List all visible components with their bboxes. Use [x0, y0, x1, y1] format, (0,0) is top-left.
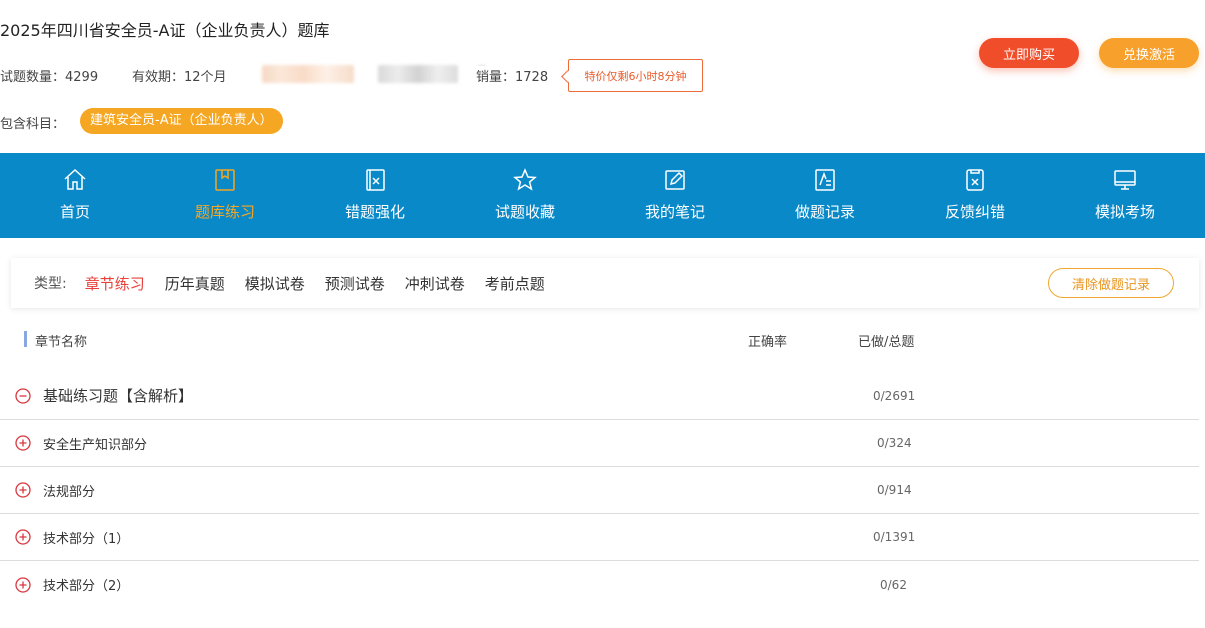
nav-item-home[interactable]: 首页: [0, 153, 150, 238]
chapter-progress: 0/2691: [873, 388, 916, 403]
star-icon: [513, 168, 537, 191]
column-header-accuracy: 正确率: [748, 335, 788, 350]
page-title: 2025年四川省安全员-A证（企业负责人）题库: [0, 21, 330, 40]
record-icon: [815, 169, 835, 191]
nav-label: 模拟考场: [1094, 203, 1155, 221]
tab-predict-papers[interactable]: 预测试卷: [325, 273, 385, 294]
header-accent-bar: [24, 331, 27, 347]
tab-sprint-papers[interactable]: 冲刺试卷: [405, 273, 465, 294]
chapter-name: 基础练习题【含解析】: [43, 387, 194, 405]
expand-icon[interactable]: [15, 482, 31, 498]
column-header-progress: 已做/总题: [858, 335, 915, 350]
blurred-info: [378, 65, 458, 83]
nav-label: 题库练习: [194, 203, 255, 221]
nav-label: 我的笔记: [644, 203, 705, 221]
home-icon: [64, 168, 86, 190]
expand-icon[interactable]: [15, 576, 31, 593]
main-nav: 首页 题库练习 错题强化 试题收藏 我的笔记 做题记录 反馈纠错 模拟考场: [0, 153, 1205, 238]
nav-item-records[interactable]: 做题记录: [750, 153, 900, 238]
nav-item-practice[interactable]: 题库练习: [150, 153, 300, 238]
nav-item-feedback[interactable]: 反馈纠错: [900, 153, 1050, 238]
nav-item-exam[interactable]: 模拟考场: [1050, 153, 1200, 238]
nav-label: 首页: [59, 203, 90, 221]
tab-mock-papers[interactable]: 模拟试卷: [245, 273, 305, 294]
promo-badge: 特价仅剩6小时8分钟: [568, 59, 703, 92]
clear-records-button[interactable]: 清除做题记录: [1048, 268, 1174, 298]
wrong-doc-icon: [366, 169, 385, 191]
chapter-progress: 0/324: [877, 436, 912, 450]
buy-button[interactable]: 立即购买: [979, 38, 1079, 68]
nav-item-notes[interactable]: 我的笔记: [600, 153, 750, 238]
blurred-info: [262, 65, 354, 83]
table-row[interactable]: 技术部分（1） 0/1391: [0, 514, 1199, 561]
chapter-progress: 0/1391: [873, 530, 916, 544]
tab-pre-exam-points[interactable]: 考前点题: [485, 273, 545, 294]
column-header-name: 章节名称: [35, 335, 88, 350]
redeem-button[interactable]: 兑换激活: [1099, 38, 1199, 68]
nav-item-wrong[interactable]: 错题强化: [300, 153, 450, 238]
type-filter: 类型: 章节练习 历年真题 模拟试卷 预测试卷 冲刺试卷 考前点题 清除做题记录: [11, 258, 1199, 308]
table-row[interactable]: 安全生产知识部分 0/324: [0, 420, 1199, 467]
question-count: 试题数量：4299: [0, 70, 99, 85]
book-icon: [215, 169, 235, 191]
chapter-name: 技术部分（1）: [43, 531, 130, 547]
expand-icon[interactable]: [15, 435, 31, 451]
chapter-progress: 0/914: [877, 483, 912, 497]
nav-label: 试题收藏: [494, 203, 555, 221]
sales-count: 销量：1728: [476, 66, 549, 85]
validity: 有效期：12个月: [132, 70, 227, 85]
type-label: 类型:: [34, 276, 67, 292]
chapter-name: 技术部分（2）: [43, 579, 130, 594]
nav-label: 错题强化: [344, 203, 405, 221]
table-row[interactable]: 技术部分（2） 0/62: [0, 561, 1199, 608]
feedback-icon: [966, 169, 984, 191]
table-row[interactable]: 法规部分 0/914: [0, 467, 1199, 514]
chapter-name: 安全生产知识部分: [43, 437, 148, 453]
edit-icon: [665, 170, 685, 190]
nav-item-favorites[interactable]: 试题收藏: [450, 153, 600, 238]
collapse-icon[interactable]: [15, 387, 31, 404]
tab-chapter[interactable]: 章节练习: [85, 273, 145, 294]
table-row[interactable]: 基础练习题【含解析】 0/2691: [0, 372, 1199, 420]
monitor-icon: [1114, 170, 1136, 190]
subject-pill[interactable]: 建筑安全员-A证（企业负责人）: [80, 108, 283, 134]
nav-label: 反馈纠错: [944, 203, 1005, 221]
chapter-progress: 0/62: [880, 577, 907, 592]
expand-icon[interactable]: [15, 529, 31, 545]
chapter-name: 法规部分: [43, 484, 96, 500]
tab-past-exams[interactable]: 历年真题: [165, 273, 225, 294]
nav-label: 做题记录: [794, 203, 855, 221]
subject-label: 包含科目：: [0, 117, 66, 132]
